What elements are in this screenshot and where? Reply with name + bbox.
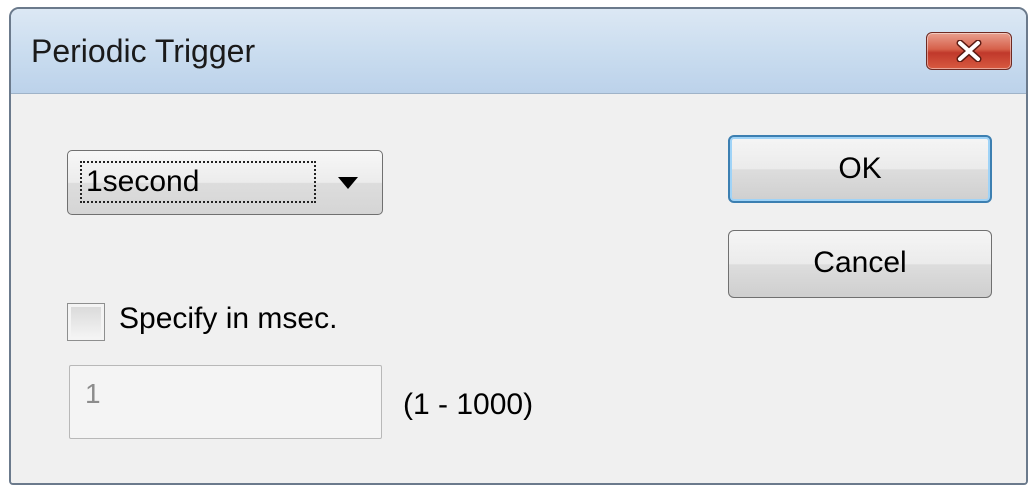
interval-dropdown[interactable]: 1second xyxy=(67,150,383,215)
window-title: Periodic Trigger xyxy=(31,33,256,69)
ok-button[interactable]: OK xyxy=(728,135,992,203)
cancel-button[interactable]: Cancel xyxy=(728,230,992,298)
msec-input[interactable]: 1 xyxy=(69,365,382,439)
interval-selected-value: 1second xyxy=(80,161,316,203)
specify-msec-label[interactable]: Specify in msec. xyxy=(119,302,337,336)
msec-range-label: (1 - 1000) xyxy=(403,388,534,421)
dialog-body: 1second OK Cancel Specify in msec. 1 (1 … xyxy=(11,95,1026,483)
close-icon xyxy=(954,40,984,62)
chevron-down-icon xyxy=(337,176,359,195)
specify-msec-checkbox[interactable] xyxy=(67,303,105,341)
title-bar[interactable]: Periodic Trigger xyxy=(11,9,1026,94)
periodic-trigger-dialog: Periodic Trigger 1second OK Cancel Speci… xyxy=(9,7,1028,485)
close-button[interactable] xyxy=(926,32,1012,70)
